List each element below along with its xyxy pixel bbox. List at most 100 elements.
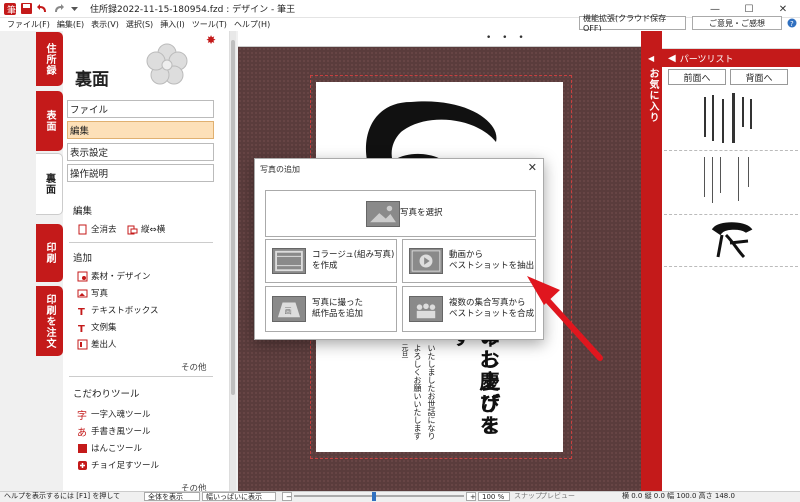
panel-menu-file[interactable]: ファイル	[67, 100, 214, 118]
photo-select-icon	[366, 201, 400, 227]
svg-text:画: 画	[284, 307, 291, 316]
undo-icon[interactable]	[37, 3, 48, 14]
edit-heading: 編集	[73, 206, 93, 217]
menu-view[interactable]: 表示(V)	[91, 19, 119, 30]
panel-title: 裏面	[75, 70, 109, 90]
svg-text:筆: 筆	[7, 4, 16, 15]
flower-icon	[146, 43, 188, 85]
clear-all-button[interactable]: 全消去	[77, 223, 117, 235]
stamp-icon	[78, 443, 87, 453]
paper-scan-icon: 画	[272, 296, 306, 322]
tool-stamp-button[interactable]: はんこツール	[77, 442, 142, 454]
drag-handle[interactable]: • • •	[486, 33, 528, 43]
add-sender-button[interactable]: 差出人	[77, 338, 117, 350]
page-icon	[78, 224, 87, 234]
menu-help[interactable]: ヘルプ(H)	[234, 19, 270, 30]
extension-button[interactable]: 機能拡張(クラウド保存OFF)	[579, 14, 686, 33]
part-thumbnail[interactable]	[664, 217, 798, 267]
tab-back[interactable]: 裏面	[36, 153, 63, 215]
menu-insert[interactable]: 挿入(I)	[160, 19, 185, 30]
group-photo-button[interactable]: 複数の集合写真から ベストショットを合成	[402, 286, 536, 332]
svg-text:あ: あ	[77, 427, 87, 437]
group-photo-icon	[409, 296, 443, 322]
favorites-arrow-icon[interactable]: ◀	[648, 54, 654, 63]
app-icon: 筆	[4, 2, 16, 15]
part-text-art	[704, 93, 752, 143]
dialog-title: 写真の追加	[260, 165, 300, 174]
part-thumbnail[interactable]	[664, 91, 798, 151]
window-title: 住所録2022-11-15-180954.fzd : デザイン - 筆王	[90, 5, 296, 15]
tools-heading: こだわりツール	[73, 389, 140, 400]
part-calligraphy-art	[711, 222, 753, 259]
paper-artwork-button[interactable]: 画 写真に撮った 紙作品を追加	[265, 286, 397, 332]
tool-ichiji-button[interactable]: 字 一字入魂ツール	[77, 408, 151, 421]
send-back-button[interactable]: 背面へ	[730, 69, 788, 85]
panel-menu-edit[interactable]: 編集	[67, 121, 214, 139]
tab-order-print[interactable]: 印刷を注文	[36, 286, 63, 356]
parts-list-header: ◀ パーツリスト	[662, 49, 800, 67]
svg-text:T: T	[78, 307, 85, 316]
help-icon[interactable]: ?	[786, 18, 798, 28]
video-icon	[409, 248, 443, 274]
collage-icon	[272, 248, 306, 274]
material-icon	[77, 271, 88, 281]
card-greeting-line2: 申し上げます	[448, 327, 501, 437]
design-panel: 裏面 ✸ ファイル 編集 表示設定 操作説明 編集 全消去 縦⇔横 追加 素材・…	[63, 31, 230, 491]
add-material-button[interactable]: 素材・デザイン	[77, 270, 151, 282]
add-photo-button[interactable]: 写真	[77, 287, 108, 299]
video-bestshot-button[interactable]: 動画から ベストショットを抽出	[402, 239, 536, 283]
add-template-button[interactable]: T 文例集	[77, 321, 117, 333]
tab-print[interactable]: 印刷	[36, 224, 63, 282]
card-body-line1: いたしましたお世話になり	[427, 344, 436, 440]
parts-top	[662, 31, 800, 49]
panel-scroll-thumb[interactable]	[231, 40, 235, 395]
brush-icon: 字	[77, 409, 87, 420]
redo-icon[interactable]	[53, 3, 64, 14]
collapse-arrow-icon[interactable]: ◀	[668, 53, 676, 64]
card-body-line2: よろしくお願いいたします	[413, 344, 422, 440]
part-thumbnail[interactable]	[664, 153, 798, 215]
svg-text:字: 字	[77, 409, 87, 420]
tools-more-link[interactable]: その他	[181, 482, 207, 491]
menu-select[interactable]: 選択(S)	[126, 19, 153, 30]
favorites-label: お気に入り	[647, 68, 658, 123]
tool-handwriting-button[interactable]: あ 手書き風ツール	[77, 425, 151, 438]
menu-tools[interactable]: ツール(T)	[192, 19, 227, 30]
template-icon: T	[78, 324, 85, 333]
sender-icon	[77, 339, 88, 349]
tab-address-book[interactable]: 住所録	[36, 32, 63, 86]
canvas-toolbar: • • • ▲ ▼	[238, 31, 760, 47]
menu-file[interactable]: ファイル(F)	[7, 19, 50, 30]
handwriting-icon: あ	[77, 427, 87, 437]
svg-text:?: ?	[790, 20, 794, 28]
dialog-close-button[interactable]: ✕	[528, 161, 537, 174]
part-text-art	[704, 157, 749, 203]
feedback-button[interactable]: ご意見・ご感想	[692, 16, 782, 30]
bring-front-button[interactable]: 前面へ	[668, 69, 726, 85]
menu-edit[interactable]: 編集(E)	[57, 19, 84, 30]
panel-menu-display[interactable]: 表示設定	[67, 143, 214, 161]
select-photo-button[interactable]: 写真を選択	[265, 190, 536, 237]
text-icon: T	[78, 307, 85, 316]
orientation-button[interactable]: 縦⇔横	[127, 223, 165, 235]
parts-list-panel: ◀ パーツリスト 前面へ 背面へ	[662, 31, 800, 491]
divider	[69, 242, 213, 243]
save-icon[interactable]	[21, 3, 32, 14]
panel-menu-help[interactable]: 操作説明	[67, 164, 214, 182]
addon-icon	[78, 460, 87, 470]
dropdown-icon[interactable]	[69, 3, 80, 14]
tab-front[interactable]: 表面	[36, 91, 63, 151]
side-tabs: 住所録 表面 裏面 印刷 印刷を注文	[36, 31, 63, 491]
zoom-slider[interactable]	[294, 495, 464, 497]
gear-icon[interactable]: ✸	[206, 33, 216, 47]
tool-choitasu-button[interactable]: チョイ足すツール	[77, 459, 159, 471]
collage-button[interactable]: コラージュ(組み写真) を作成	[265, 239, 397, 283]
add-more-link[interactable]: その他	[181, 361, 207, 373]
svg-text:T: T	[78, 324, 85, 333]
add-photo-dialog: 写真の追加 ✕ 写真を選択 コラージュ(組み写真) を作成 動画から ベストショ…	[254, 158, 544, 340]
rotate-icon	[127, 225, 138, 234]
status-bar: ヘルプを表示するには [F1] を押して 全体を表示 幅いっぱいに表示 − + …	[0, 491, 800, 501]
add-heading: 追加	[73, 253, 93, 264]
add-textbox-button[interactable]: T テキストボックス	[77, 304, 159, 316]
divider	[69, 376, 213, 377]
